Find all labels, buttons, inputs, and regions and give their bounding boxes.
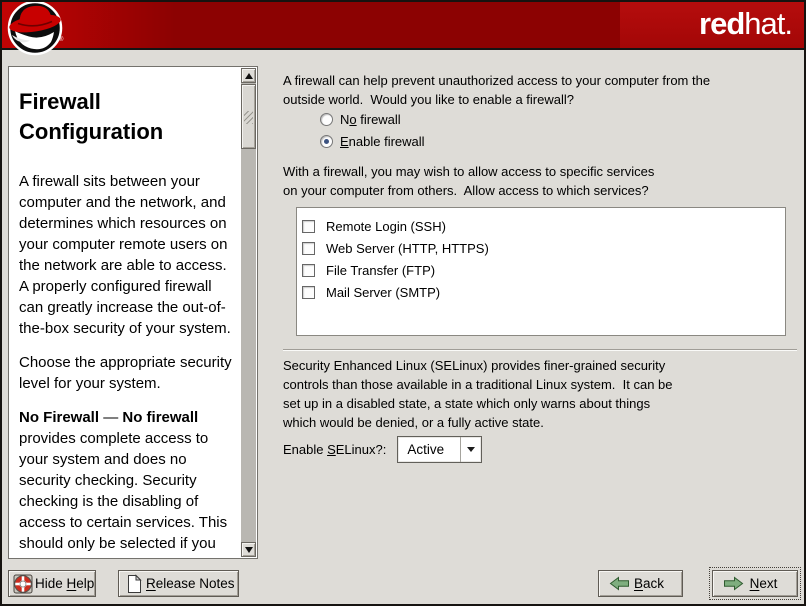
- next-button[interactable]: Next: [712, 570, 798, 597]
- radio-no-firewall[interactable]: No firewall: [320, 111, 401, 127]
- scroll-down-button[interactable]: [241, 542, 256, 557]
- radio-button[interactable]: [320, 113, 333, 126]
- svg-text:®: ®: [59, 36, 64, 43]
- services-list: Remote Login (SSH) Web Server (HTTP, HTT…: [296, 207, 786, 336]
- brand-bold: red: [699, 6, 744, 41]
- release-notes-button[interactable]: Release Notes: [118, 570, 239, 597]
- document-icon: [124, 574, 144, 594]
- scrollbar-grip: [244, 111, 253, 124]
- brand-light: hat.: [744, 6, 792, 41]
- arrow-right-icon: [723, 576, 744, 591]
- hide-help-button[interactable]: Hide Help: [8, 570, 96, 597]
- service-label[interactable]: File Transfer (FTP): [326, 263, 435, 278]
- selinux-row: Enable SELinux?: Active: [283, 436, 482, 463]
- service-row-ftp[interactable]: File Transfer (FTP): [302, 259, 785, 281]
- lifebuoy-icon: [13, 574, 33, 594]
- help-scrollbar[interactable]: [241, 68, 256, 557]
- service-row-smtp[interactable]: Mail Server (SMTP): [302, 281, 785, 303]
- redhat-wordmark: redhat.: [699, 3, 792, 45]
- service-label[interactable]: Web Server (HTTP, HTTPS): [326, 241, 489, 256]
- scrollbar-thumb[interactable]: [241, 84, 256, 149]
- release-notes-label: Release Notes: [146, 576, 235, 591]
- service-label[interactable]: Remote Login (SSH): [326, 219, 446, 234]
- service-label[interactable]: Mail Server (SMTP): [326, 285, 440, 300]
- chevron-down-icon: [467, 447, 475, 452]
- help-text: Firewall Configuration A firewall sits b…: [9, 67, 241, 558]
- selinux-dropdown[interactable]: Active: [397, 436, 482, 463]
- dropdown-arrow-zone[interactable]: [460, 437, 481, 462]
- selinux-selected-value: Active: [398, 442, 460, 457]
- checkbox[interactable]: [302, 242, 315, 255]
- selinux-info-text: Security Enhanced Linux (SELinux) provid…: [283, 356, 799, 432]
- redhat-shadowman-logo-icon: ®: [4, 0, 66, 62]
- dash: —: [99, 409, 122, 426]
- radio-enable-firewall[interactable]: Enable firewall: [320, 133, 425, 149]
- checkbox[interactable]: [302, 286, 315, 299]
- service-row-web[interactable]: Web Server (HTTP, HTTPS): [302, 237, 785, 259]
- selinux-label: Enable SELinux?:: [283, 442, 386, 457]
- arrow-left-icon: [609, 576, 630, 591]
- banner: redhat. ®: [0, 0, 806, 50]
- radio-label[interactable]: Enable firewall: [340, 134, 425, 149]
- back-button[interactable]: Back: [598, 570, 683, 597]
- help-panel: Firewall Configuration A firewall sits b…: [8, 66, 258, 559]
- main-content: A firewall can help prevent unauthorized…: [270, 66, 802, 560]
- help-title: Firewall Configuration: [19, 87, 224, 147]
- checkbox[interactable]: [302, 220, 315, 233]
- firewall-question-text: A firewall can help prevent unauthorized…: [283, 71, 799, 109]
- checkbox[interactable]: [302, 264, 315, 277]
- hide-help-label: Hide Help: [35, 576, 94, 591]
- radio-button[interactable]: [320, 135, 333, 148]
- service-row-ssh[interactable]: Remote Login (SSH): [302, 215, 785, 237]
- term-no-firewall: No Firewall: [19, 409, 99, 426]
- installer-window: redhat. ® Firewall Configuration A firew…: [0, 0, 806, 606]
- help-paragraph-3: No Firewall — No firewall provides compl…: [19, 407, 235, 558]
- back-label: Back: [630, 576, 668, 591]
- triangle-down-icon: [245, 547, 253, 553]
- help-paragraph-2: Choose the appropriate security level fo…: [19, 352, 235, 394]
- radio-label[interactable]: No firewall: [340, 112, 401, 127]
- next-label: Next: [744, 576, 783, 591]
- radio-dot: [324, 139, 329, 144]
- services-question-text: With a firewall, you may wish to allow a…: [283, 162, 799, 200]
- scroll-up-button[interactable]: [241, 68, 256, 83]
- term-no-firewall-2: No firewall: [122, 409, 198, 426]
- triangle-up-icon: [245, 73, 253, 79]
- section-separator: [283, 349, 797, 351]
- help-paragraph-3-body: provides complete access to your system …: [19, 430, 227, 558]
- help-paragraph-1: A firewall sits between your computer an…: [19, 171, 235, 339]
